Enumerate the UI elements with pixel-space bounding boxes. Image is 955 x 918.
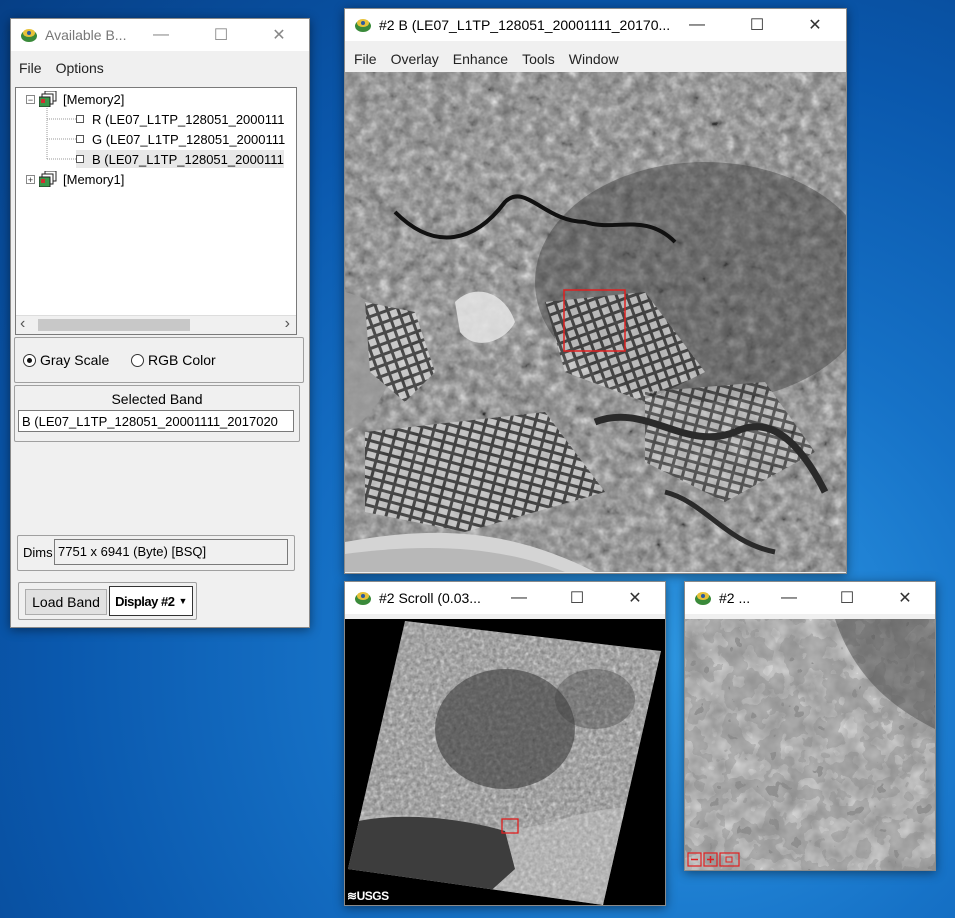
- band-label-r: R (LE07_L1TP_128051_2000111: [92, 111, 285, 127]
- rgb-color-radio[interactable]: [131, 353, 144, 367]
- gray-scale-label: Gray Scale: [40, 352, 110, 368]
- selected-band-group: Selected Band B (LE07_L1TP_128051_200011…: [14, 385, 300, 442]
- envi-app-icon: [21, 29, 37, 42]
- scroll-image-view[interactable]: ≋USGS: [345, 619, 665, 905]
- collapse-icon[interactable]: −: [26, 94, 35, 104]
- menu-options[interactable]: Options: [49, 60, 111, 76]
- scroll-right-icon[interactable]: ›: [285, 315, 290, 333]
- satellite-image[interactable]: [345, 72, 846, 572]
- action-group: Load Band Display #2 ▼: [18, 582, 197, 620]
- band-icon: [76, 135, 84, 143]
- window-title: #2 ...: [719, 590, 751, 606]
- horizontal-scrollbar[interactable]: ‹ ›: [16, 315, 296, 334]
- envi-app-icon: [355, 592, 371, 605]
- menu-tools[interactable]: Tools: [515, 51, 562, 67]
- minimize-icon[interactable]: —: [767, 582, 811, 614]
- close-icon[interactable]: ✕: [257, 19, 301, 51]
- dims-field: 7751 x 6941 (Byte) [BSQ]: [54, 539, 288, 565]
- scroll-left-icon[interactable]: ‹: [20, 315, 25, 333]
- gray-scale-option[interactable]: Gray Scale: [23, 352, 109, 368]
- maximize-icon[interactable]: ☐: [199, 19, 243, 51]
- maximize-icon[interactable]: ☐: [735, 9, 779, 41]
- tree-band-r[interactable]: R (LE07_L1TP_128051_2000111: [76, 110, 285, 128]
- maximize-icon[interactable]: ☐: [825, 582, 869, 614]
- scroll-window-titlebar[interactable]: #2 Scroll (0.03... — ☐ ✕: [345, 582, 665, 614]
- scrollbar-thumb[interactable]: [38, 319, 190, 331]
- scroll-window: #2 Scroll (0.03... — ☐ ✕ ≋USGS: [344, 581, 666, 906]
- tree-node-memory1[interactable]: + [Memory1]: [26, 170, 124, 188]
- display-dropdown[interactable]: Display #2 ▼: [109, 586, 193, 616]
- minimize-icon[interactable]: —: [497, 582, 541, 614]
- maximize-icon[interactable]: ☐: [555, 582, 599, 614]
- close-icon[interactable]: ✕: [883, 582, 927, 614]
- zoom-image[interactable]: [685, 619, 935, 870]
- tree-band-g[interactable]: G (LE07_L1TP_128051_2000111: [76, 130, 285, 148]
- tree-node-memory2[interactable]: − [Memory2]: [26, 90, 124, 108]
- usgs-logo: ≋USGS: [347, 889, 389, 903]
- menu-file[interactable]: File: [345, 51, 384, 67]
- image-window: #2 B (LE07_L1TP_128051_20001111_20170...…: [344, 8, 847, 574]
- usgs-logo-text: USGS: [356, 889, 390, 903]
- tree-label-memory2: [Memory2]: [63, 91, 125, 107]
- display-dropdown-label: Display #2: [115, 593, 175, 609]
- bands-menubar: File Options: [11, 57, 309, 79]
- window-title: Available B...: [45, 27, 127, 43]
- zoom-image-view[interactable]: [685, 619, 935, 870]
- scene-overview-image[interactable]: [345, 619, 665, 905]
- close-icon[interactable]: ✕: [793, 9, 837, 41]
- layer-stack-icon: [39, 91, 57, 107]
- zoom-window-titlebar[interactable]: #2 ... — ☐ ✕: [685, 582, 935, 614]
- band-icon: [76, 155, 84, 163]
- window-title: #2 B (LE07_L1TP_128051_20001111_20170...: [379, 17, 671, 33]
- band-label-g: G (LE07_L1TP_128051_2000111: [92, 131, 286, 147]
- minimize-icon[interactable]: —: [675, 9, 719, 41]
- menu-file[interactable]: File: [11, 60, 49, 76]
- image-menubar: File Overlay Enhance Tools Window: [345, 48, 846, 70]
- band-icon: [76, 115, 84, 123]
- dims-label: Dims: [23, 545, 53, 560]
- minimize-icon[interactable]: —: [139, 19, 183, 51]
- expand-icon[interactable]: +: [26, 174, 35, 184]
- rgb-color-option[interactable]: RGB Color: [131, 352, 216, 368]
- selected-band-field: B (LE07_L1TP_128051_20001111_2017020: [18, 410, 294, 432]
- dims-group: Dims 7751 x 6941 (Byte) [BSQ]: [17, 535, 295, 571]
- layer-stack-icon: [39, 171, 57, 187]
- band-tree: − [Memory2] R (LE07_L1TP_128051_2000111 …: [15, 87, 297, 335]
- tree-label-memory1: [Memory1]: [63, 171, 125, 187]
- tree-band-b[interactable]: B (LE07_L1TP_128051_2000111: [76, 150, 284, 168]
- load-band-button[interactable]: Load Band: [25, 589, 107, 615]
- close-icon[interactable]: ✕: [613, 582, 657, 614]
- band-label-b: B (LE07_L1TP_128051_2000111: [92, 151, 284, 167]
- available-bands-window: Available B... — ☐ ✕ File Options − [Mem…: [10, 18, 310, 628]
- envi-app-icon: [695, 592, 711, 605]
- menu-overlay[interactable]: Overlay: [384, 51, 446, 67]
- mode-group: Gray Scale RGB Color: [14, 337, 304, 383]
- gray-scale-radio[interactable]: [23, 353, 36, 367]
- zoom-window: #2 ... — ☐ ✕: [684, 581, 936, 871]
- image-window-titlebar[interactable]: #2 B (LE07_L1TP_128051_20001111_20170...…: [345, 9, 846, 41]
- selected-band-title: Selected Band: [111, 391, 203, 407]
- available-bands-titlebar[interactable]: Available B... — ☐ ✕: [11, 19, 309, 51]
- menu-window[interactable]: Window: [562, 51, 626, 67]
- chevron-down-icon: ▼: [178, 596, 187, 606]
- rgb-color-label: RGB Color: [148, 352, 216, 368]
- satellite-image-view[interactable]: [345, 72, 846, 572]
- envi-app-icon: [355, 19, 371, 32]
- window-title: #2 Scroll (0.03...: [379, 590, 481, 606]
- menu-enhance[interactable]: Enhance: [446, 51, 515, 67]
